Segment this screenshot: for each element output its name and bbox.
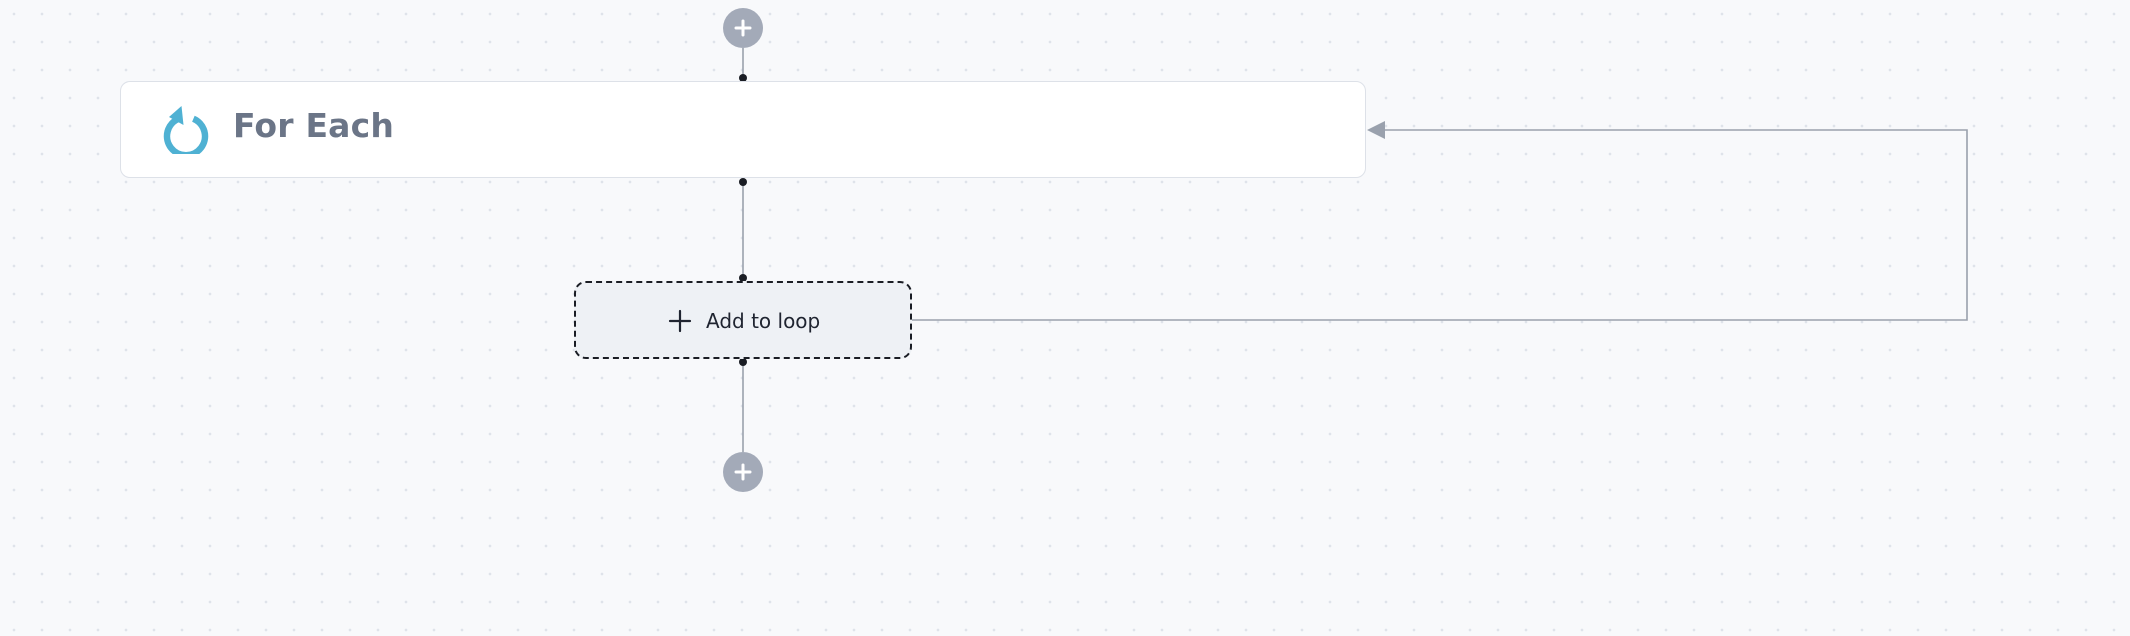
loop-back-arrowhead: [1367, 121, 1385, 139]
workflow-canvas[interactable]: For Each Add to loop: [0, 0, 2130, 636]
add-step-button-bottom[interactable]: [723, 452, 763, 492]
add-step-button-top[interactable]: [723, 8, 763, 48]
add-to-loop-label: Add to loop: [706, 309, 821, 333]
handle-loop-bottom: [739, 358, 747, 366]
loop-refresh-icon: [163, 106, 209, 154]
plus-icon: [734, 463, 752, 481]
foreach-title: For Each: [233, 106, 395, 145]
add-to-loop-button[interactable]: Add to loop: [574, 281, 912, 359]
handle-foreach-bottom: [739, 178, 747, 186]
foreach-node[interactable]: For Each: [120, 81, 1366, 178]
plus-icon: [668, 309, 692, 333]
plus-icon: [734, 19, 752, 37]
